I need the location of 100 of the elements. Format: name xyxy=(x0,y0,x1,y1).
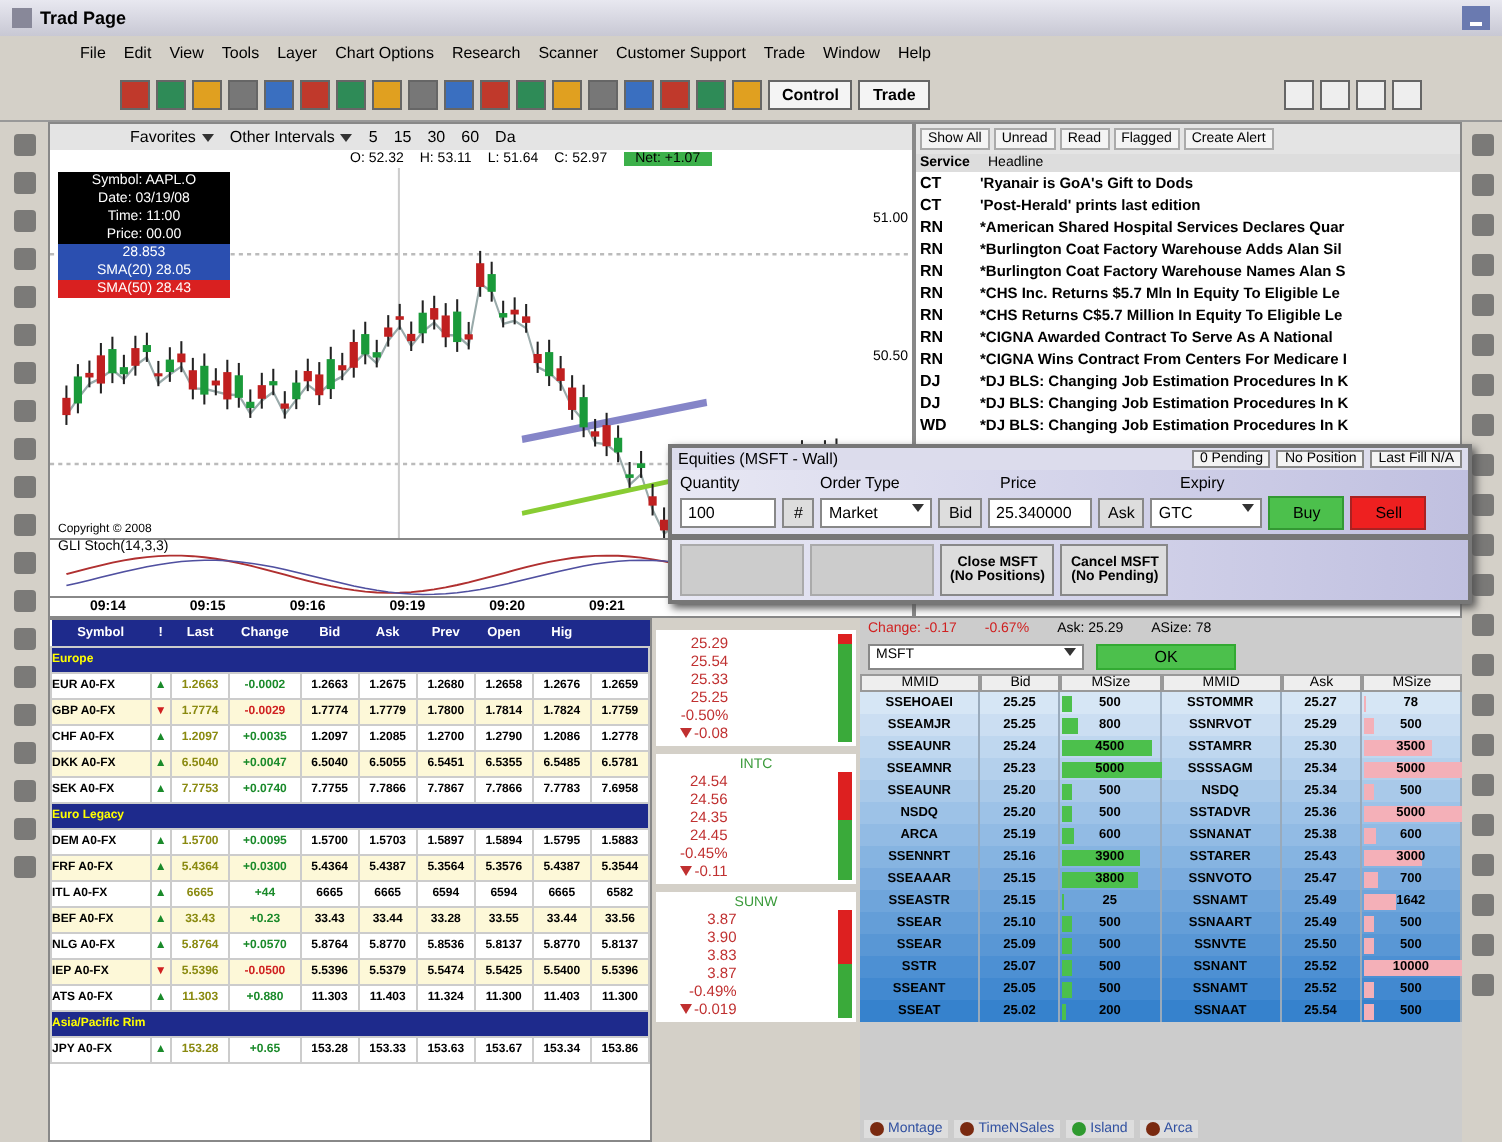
tool-icon[interactable] xyxy=(1471,254,1493,276)
buy-button[interactable]: Buy xyxy=(1268,496,1345,530)
toolbar-icon[interactable] xyxy=(516,79,546,109)
drawing-tool-icon[interactable] xyxy=(13,172,35,194)
tool-icon[interactable] xyxy=(1471,534,1493,556)
toolbar-icon[interactable] xyxy=(732,79,762,109)
quantity-field[interactable]: 100 xyxy=(680,498,776,528)
menu-item[interactable]: Tools xyxy=(221,43,260,61)
tool-icon[interactable] xyxy=(1471,174,1493,196)
favorites-dropdown[interactable]: Favorites xyxy=(130,128,214,146)
menu-item[interactable]: View xyxy=(169,43,204,61)
toolbar-icon[interactable] xyxy=(300,79,330,109)
drawing-tool-icon[interactable] xyxy=(13,552,35,574)
interval-button[interactable]: 60 xyxy=(461,128,480,146)
pound-button[interactable]: # xyxy=(782,498,815,528)
tool-icon[interactable] xyxy=(1471,574,1493,596)
toolbar-icon[interactable] xyxy=(372,79,402,109)
menu-item[interactable]: Research xyxy=(451,43,521,61)
toolbar-icon[interactable] xyxy=(660,79,690,109)
menu-item[interactable]: Customer Support xyxy=(616,43,746,61)
tool-icon[interactable] xyxy=(1471,854,1493,876)
tool-icon[interactable] xyxy=(1471,494,1493,516)
toolbar-icon[interactable] xyxy=(1392,79,1422,109)
column-header[interactable] xyxy=(590,620,649,647)
toolbar-icon[interactable] xyxy=(192,79,222,109)
tool-icon[interactable] xyxy=(1471,134,1493,156)
intervals-dropdown[interactable]: Other Intervals xyxy=(229,128,353,146)
tool-icon[interactable] xyxy=(1471,214,1493,236)
tool-icon[interactable] xyxy=(1471,814,1493,836)
drawing-tool-icon[interactable] xyxy=(13,780,35,802)
toolbar-icon[interactable] xyxy=(336,79,366,109)
toolbar-icon[interactable] xyxy=(156,79,186,109)
toolbar-icon[interactable] xyxy=(444,79,474,109)
toolbar-button[interactable]: Control xyxy=(768,79,853,109)
interval-button[interactable]: 30 xyxy=(427,128,446,146)
drawing-tool-icon[interactable] xyxy=(13,628,35,650)
tool-icon[interactable] xyxy=(1471,414,1493,436)
tool-icon[interactable] xyxy=(1471,374,1493,396)
menu-item[interactable]: Help xyxy=(897,43,931,61)
toolbar-icon[interactable] xyxy=(588,79,618,109)
drawing-tool-icon[interactable] xyxy=(13,248,35,270)
toolbar-icon[interactable] xyxy=(696,79,726,109)
drawing-tool-icon[interactable] xyxy=(13,362,35,384)
toolbar-icon[interactable] xyxy=(624,79,654,109)
toolbar-icon[interactable] xyxy=(264,79,294,109)
tool-icon[interactable] xyxy=(1471,974,1493,996)
toolbar-icon[interactable] xyxy=(408,79,438,109)
drawing-tool-icon[interactable] xyxy=(13,704,35,726)
drawing-tool-icon[interactable] xyxy=(13,400,35,422)
drawing-tool-icon[interactable] xyxy=(13,514,35,536)
menu-item[interactable]: Window xyxy=(823,43,880,61)
toolbar-icon[interactable] xyxy=(1284,79,1314,109)
drawing-tool-icon[interactable] xyxy=(13,438,35,460)
expiry-dropdown[interactable]: GTC xyxy=(1150,498,1263,528)
toolbar-icon[interactable] xyxy=(1356,79,1386,109)
tool-icon[interactable] xyxy=(1471,734,1493,756)
tool-icon[interactable] xyxy=(1471,894,1493,916)
interval-button[interactable]: 15 xyxy=(393,128,412,146)
menu-item[interactable]: Scanner xyxy=(538,43,598,61)
menu-item[interactable]: Layer xyxy=(277,43,318,61)
drawing-tool-icon[interactable] xyxy=(13,856,35,878)
interval-button[interactable]: 5 xyxy=(368,128,378,146)
menu-item[interactable]: Chart Options xyxy=(335,43,434,61)
toolbar-icon[interactable] xyxy=(552,79,582,109)
drawing-tool-icon[interactable] xyxy=(13,134,35,156)
interval-button[interactable]: Da xyxy=(495,128,516,146)
tool-icon[interactable] xyxy=(1471,294,1493,316)
menu-item[interactable]: Trade xyxy=(763,43,806,61)
toolbar-icon[interactable] xyxy=(228,79,258,109)
tool-icon[interactable] xyxy=(1471,334,1493,356)
drawing-tool-icon[interactable] xyxy=(13,476,35,498)
ok-button[interactable]: OK xyxy=(1096,644,1236,670)
menu-item[interactable]: Edit xyxy=(123,43,152,61)
tool-icon[interactable] xyxy=(1471,454,1493,476)
drawing-tool-icon[interactable] xyxy=(13,286,35,308)
price-field[interactable]: 25.340000 xyxy=(988,498,1093,528)
drawing-tool-icon[interactable] xyxy=(13,666,35,688)
toolbar-icon[interactable] xyxy=(480,79,510,109)
field-label: Expiry xyxy=(1180,474,1225,492)
tool-icon[interactable] xyxy=(1471,934,1493,956)
menu-item[interactable]: File xyxy=(80,43,106,61)
ask-button[interactable]: Ask xyxy=(1098,498,1145,528)
tool-icon[interactable] xyxy=(1471,774,1493,796)
tool-icon[interactable] xyxy=(1471,654,1493,676)
order-type-dropdown[interactable]: Market xyxy=(820,498,933,528)
drawing-tool-icon[interactable] xyxy=(13,324,35,346)
toolbar-button[interactable]: Trade xyxy=(858,79,930,109)
news-service: CT xyxy=(918,172,944,194)
sell-button[interactable]: Sell xyxy=(1350,496,1427,530)
drawing-tool-icon[interactable] xyxy=(13,818,35,840)
tool-icon[interactable] xyxy=(1471,614,1493,636)
tool-icon[interactable] xyxy=(1471,694,1493,716)
drawing-tool-icon[interactable] xyxy=(13,210,35,232)
drawing-tool-icon[interactable] xyxy=(13,590,35,612)
minimize-button[interactable] xyxy=(1462,6,1490,30)
toolbar-icon[interactable] xyxy=(120,79,150,109)
down-triangle-icon xyxy=(680,728,692,738)
toolbar-icon[interactable] xyxy=(1320,79,1350,109)
drawing-tool-icon[interactable] xyxy=(13,742,35,764)
bid-button[interactable]: Bid xyxy=(938,498,983,528)
